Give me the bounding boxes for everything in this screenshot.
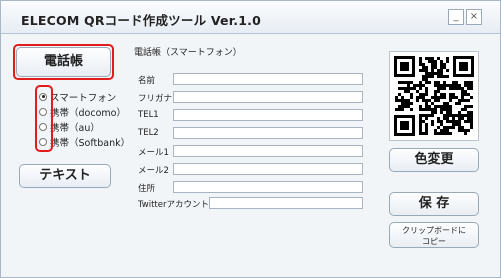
radio-au[interactable]: 携帯（au）: [39, 120, 100, 134]
furigana-field[interactable]: [173, 91, 363, 103]
close-button[interactable]: ×: [466, 9, 482, 25]
radio-indicator: [39, 107, 47, 116]
section-title: 電話帳（スマートフォン）: [134, 48, 242, 58]
mail1-field[interactable]: [173, 145, 363, 157]
app-window: ELECOM QRコード作成ツール Ver.1.0 _ × 電話帳 スマートフォ…: [0, 0, 501, 278]
field-label-name: 名前: [138, 76, 156, 86]
field-label-tel2: TEL2: [138, 128, 159, 138]
field-label-tel1: TEL1: [138, 110, 159, 120]
tel2-field[interactable]: [173, 127, 363, 139]
radio-docomo[interactable]: 携帯（docomo）: [39, 105, 126, 119]
radio-indicator: [39, 137, 47, 146]
field-label-mail2: メール2: [138, 166, 169, 176]
field-label-mail1: メール1: [138, 148, 169, 158]
clipboard-label-line1: クリップボードに: [402, 226, 466, 235]
mail2-field[interactable]: [173, 163, 363, 175]
qr-code-image: [389, 51, 479, 141]
field-label-furigana: フリガナ: [138, 94, 173, 104]
radio-indicator: [39, 92, 47, 101]
radio-label: スマートフォン: [50, 92, 117, 104]
minimize-button[interactable]: _: [448, 9, 464, 25]
text-button[interactable]: テキスト: [19, 164, 111, 188]
save-button[interactable]: 保 存: [389, 192, 479, 216]
tel1-field[interactable]: [173, 109, 363, 121]
qr-code-graphic: [394, 56, 474, 136]
field-label-address: 住所: [138, 184, 156, 194]
address-field[interactable]: [173, 181, 363, 193]
radio-indicator: [39, 122, 47, 131]
copy-to-clipboard-button[interactable]: クリップボードに コピー: [389, 222, 479, 248]
window-title: ELECOM QRコード作成ツール Ver.1.0: [21, 13, 261, 28]
radio-softbank[interactable]: 携帯（Softbank）: [39, 135, 131, 149]
twitter-field[interactable]: [209, 197, 363, 209]
phonebook-button[interactable]: 電話帳: [16, 47, 111, 77]
field-label-twitter: Twitterアカウント: [138, 200, 209, 210]
radio-smartphone[interactable]: スマートフォン: [39, 90, 117, 104]
radio-label: 携帯（docomo）: [50, 107, 126, 119]
clipboard-label-line2: コピー: [422, 237, 446, 246]
name-field[interactable]: [173, 73, 363, 85]
color-change-button[interactable]: 色変更: [389, 148, 479, 172]
radio-label: 携帯（Softbank）: [50, 137, 131, 149]
radio-label: 携帯（au）: [50, 122, 100, 134]
title-bar: ELECOM QRコード作成ツール Ver.1.0 _ ×: [1, 1, 500, 34]
